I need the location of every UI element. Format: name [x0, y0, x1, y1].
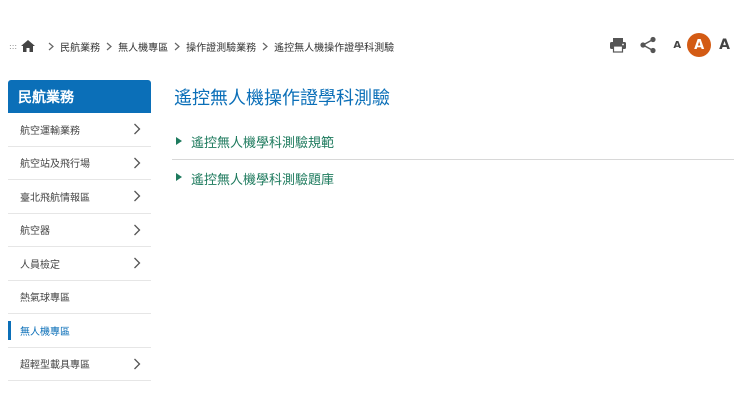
chevron-right-icon [259, 42, 271, 51]
sidebar-item-taipei-fir[interactable]: 臺北飛航情報區 [8, 180, 151, 214]
breadcrumb: ::: 民航業務 無人機專區 操作證測驗業務 遙控無人機操作證學科測驗 [9, 37, 394, 55]
sidebar-item-label: 人員檢定 [20, 259, 60, 271]
chevron-right-icon [133, 257, 143, 269]
chevron-right-icon [133, 123, 143, 135]
triangle-right-icon [176, 136, 184, 147]
chevron-right-icon [45, 42, 57, 51]
sidebar-item-personnel-licensing[interactable]: 人員檢定 [8, 247, 151, 281]
link-label[interactable]: 遙控無人機學科測驗題庫 [191, 169, 334, 188]
link-question-bank[interactable]: 遙控無人機學科測驗題庫 [172, 160, 734, 196]
home-icon[interactable] [20, 39, 36, 53]
chevron-right-icon [133, 157, 143, 169]
sidebar-item-label: 無人機專區 [20, 326, 70, 338]
font-size-small-button[interactable]: A [673, 40, 681, 51]
top-bar: ::: 民航業務 無人機專區 操作證測驗業務 遙控無人機操作證學科測驗 A A … [0, 0, 740, 80]
link-label[interactable]: 遙控無人機學科測驗規範 [191, 132, 334, 151]
share-icon[interactable] [637, 34, 659, 56]
sidebar-item-airports[interactable]: 航空站及飛行場 [8, 147, 151, 180]
sidebar-item-ultralight-vehicles[interactable]: 超輕型載具專區 [8, 348, 151, 381]
chevron-right-icon [133, 358, 143, 370]
sidebar-item-label: 航空站及飛行場 [20, 159, 90, 171]
sidebar-item-label: 熱氣球專區 [20, 293, 70, 305]
sidebar-item-hot-air-balloon[interactable]: 熱氣球專區 [8, 281, 151, 314]
breadcrumb-item-civil-aviation[interactable]: 民航業務 [60, 39, 100, 54]
chevron-right-icon [133, 224, 143, 236]
sidebar-item-label: 航空運輸業務 [20, 125, 80, 137]
font-size-large-button[interactable]: A [719, 37, 730, 53]
font-size-medium-button[interactable]: A [687, 33, 712, 57]
chevron-right-icon [103, 42, 115, 51]
menu-dots-icon[interactable]: ::: [9, 42, 17, 51]
sidebar-item-label: 臺北飛航情報區 [20, 192, 90, 204]
main-content: 遙控無人機操作證學科測驗 遙控無人機學科測驗規範 遙控無人機學科測驗題庫 [172, 80, 734, 196]
breadcrumb-item-current: 遙控無人機操作證學科測驗 [274, 42, 395, 54]
triangle-right-icon [176, 173, 184, 183]
sidebar-item-label: 航空器 [20, 226, 50, 238]
sidebar-item-label: 超輕型載具專區 [20, 360, 90, 372]
breadcrumb-item-license-test[interactable]: 操作證測驗業務 [186, 39, 256, 54]
sidebar-title: 民航業務 [8, 80, 151, 113]
sidebar: 民航業務 航空運輸業務 航空站及飛行場 臺北飛航情報區 航空器 人員檢定 熱氣球… [8, 80, 151, 381]
breadcrumb-item-drone-zone[interactable]: 無人機專區 [118, 39, 168, 54]
link-test-regulations[interactable]: 遙控無人機學科測驗規範 [172, 124, 734, 160]
page-title: 遙控無人機操作證學科測驗 [174, 88, 390, 109]
sidebar-item-air-transport[interactable]: 航空運輸業務 [8, 113, 151, 147]
sidebar-item-drone-zone[interactable]: 無人機專區 [8, 314, 151, 348]
chevron-right-icon [171, 42, 183, 51]
sidebar-item-aircraft[interactable]: 航空器 [8, 214, 151, 247]
chevron-right-icon [133, 190, 143, 202]
link-list: 遙控無人機學科測驗規範 遙控無人機學科測驗題庫 [172, 124, 734, 196]
sidebar-list: 航空運輸業務 航空站及飛行場 臺北飛航情報區 航空器 人員檢定 熱氣球專區 無人… [8, 113, 151, 381]
page-tools: A A A [607, 33, 730, 57]
print-icon[interactable] [607, 34, 629, 56]
